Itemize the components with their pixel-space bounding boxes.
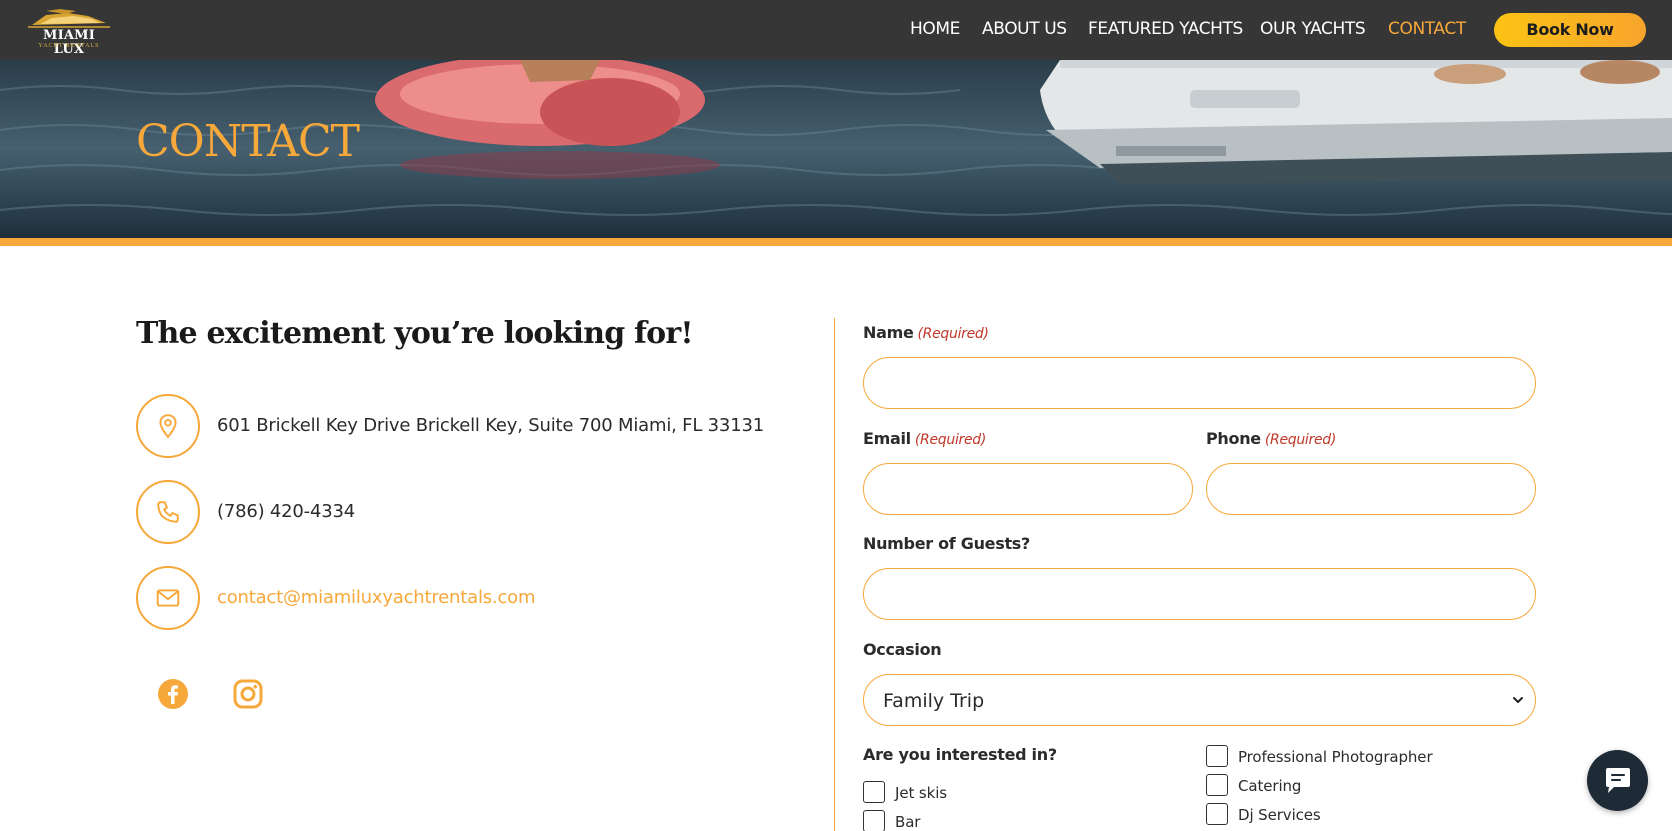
checkbox-box[interactable] bbox=[863, 781, 885, 803]
guests-input[interactable] bbox=[863, 568, 1536, 620]
hero-banner: CONTACT bbox=[0, 60, 1672, 238]
checkbox-label: Jet skis bbox=[895, 784, 947, 802]
instagram-link[interactable] bbox=[232, 678, 264, 710]
chat-bubble-icon bbox=[1605, 767, 1630, 793]
nav-our-yachts[interactable]: OUR YACHTS bbox=[1260, 18, 1366, 40]
address-text: 601 Brickell Key Drive Brickell Key, Sui… bbox=[217, 415, 764, 436]
email-link[interactable]: contact@miamiluxyachtrentals.com bbox=[217, 586, 535, 610]
email-icon-circle bbox=[136, 566, 200, 630]
phone-input[interactable] bbox=[1206, 463, 1536, 515]
interests-label: Are you interested in? bbox=[863, 745, 1057, 764]
chevron-down-icon bbox=[1513, 697, 1523, 703]
email-input[interactable] bbox=[863, 463, 1193, 515]
name-label: Name (Required) bbox=[863, 323, 989, 342]
required-note: (Required) bbox=[917, 326, 989, 342]
phone-icon-circle bbox=[136, 480, 200, 544]
facebook-link[interactable] bbox=[157, 678, 189, 710]
checkbox-label: Professional Photographer bbox=[1238, 748, 1433, 766]
nav-contact[interactable]: CONTACT bbox=[1388, 18, 1466, 40]
guests-label: Number of Guests? bbox=[863, 534, 1030, 553]
instagram-icon bbox=[233, 679, 263, 709]
envelope-icon bbox=[156, 589, 180, 607]
phone-label: Phone (Required) bbox=[1206, 429, 1337, 448]
phone-icon bbox=[157, 501, 179, 523]
chat-widget-button[interactable] bbox=[1587, 750, 1648, 811]
checkbox-label: Catering bbox=[1238, 777, 1302, 795]
column-divider bbox=[834, 318, 835, 831]
nav-about-us[interactable]: ABOUT US bbox=[982, 18, 1067, 40]
address-row: 601 Brickell Key Drive Brickell Key, Sui… bbox=[136, 394, 776, 458]
occasion-select[interactable]: Family Trip bbox=[863, 674, 1536, 726]
email-label: Email (Required) bbox=[863, 429, 987, 448]
phone-row: (786) 420-4334 bbox=[136, 480, 776, 544]
nav-featured-yachts[interactable]: FEATURED YACHTS bbox=[1088, 18, 1243, 40]
email-row: contact@miamiluxyachtrentals.com bbox=[136, 566, 776, 630]
main-nav: HOME ABOUT US FEATURED YACHTS OUR YACHTS… bbox=[0, 0, 1672, 60]
required-note: (Required) bbox=[1264, 432, 1337, 448]
nav-home[interactable]: HOME bbox=[910, 18, 960, 40]
page-title: CONTACT bbox=[136, 116, 360, 167]
hero-accent-bar bbox=[0, 238, 1672, 246]
contact-heading: The excitement you’re looking for! bbox=[136, 316, 694, 351]
checkbox-label: Dj Services bbox=[1238, 806, 1321, 824]
address-icon-circle bbox=[136, 394, 200, 458]
checkbox-box[interactable] bbox=[1206, 774, 1228, 796]
name-input[interactable] bbox=[863, 357, 1536, 409]
occasion-label: Occasion bbox=[863, 640, 942, 659]
required-note: (Required) bbox=[914, 432, 987, 448]
checkbox-box[interactable] bbox=[1206, 745, 1228, 767]
checkbox-box[interactable] bbox=[863, 810, 885, 831]
map-pin-icon bbox=[159, 414, 177, 439]
book-now-button[interactable]: Book Now bbox=[1494, 13, 1646, 47]
checkbox-label: Bar bbox=[895, 813, 921, 831]
occasion-selected-value: Family Trip bbox=[883, 690, 985, 712]
phone-text[interactable]: (786) 420-4334 bbox=[217, 500, 355, 524]
facebook-icon bbox=[158, 679, 188, 709]
top-navigation-bar: MIAMI LUX YACHT RENTALS HOME ABOUT US FE… bbox=[0, 0, 1672, 60]
checkbox-box[interactable] bbox=[1206, 803, 1228, 825]
